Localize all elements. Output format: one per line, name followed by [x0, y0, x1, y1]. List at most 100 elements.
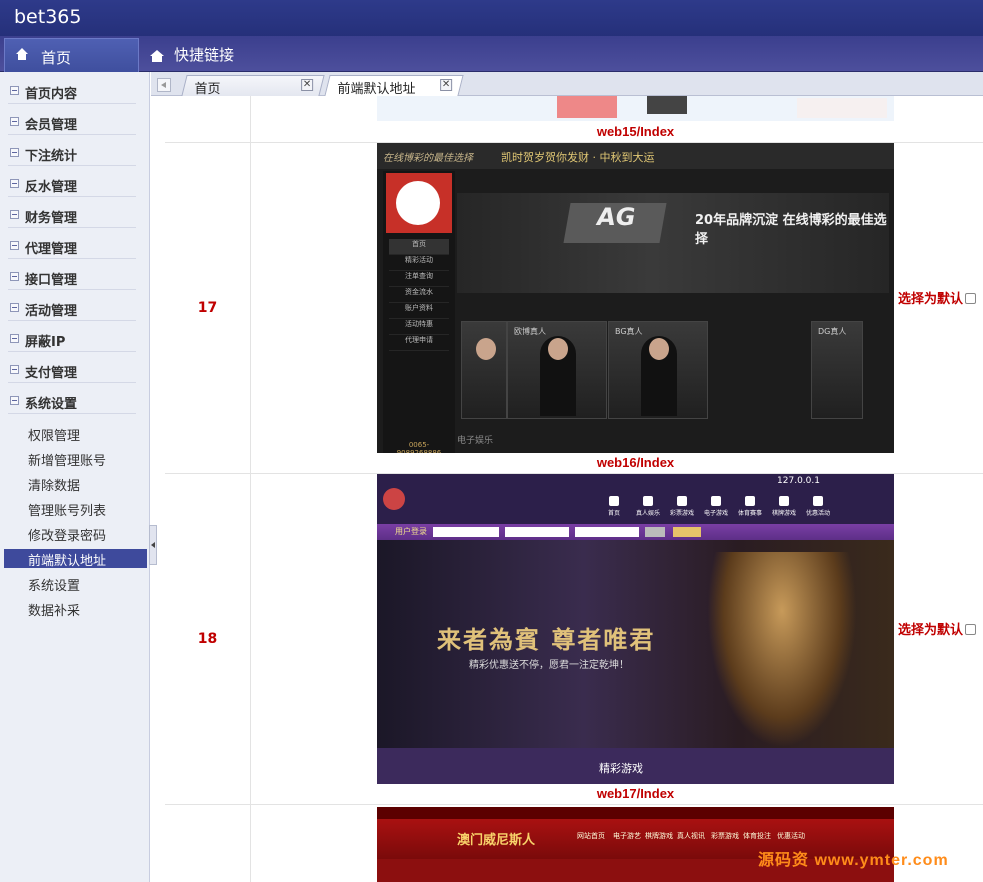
preview-face: [548, 338, 568, 360]
preview-card: BG真人: [608, 321, 708, 419]
column-divider: [250, 96, 251, 142]
submenu-system-settings[interactable]: 系统设置: [4, 574, 147, 594]
sidebar-item-bet-stats[interactable]: 下注统计: [8, 142, 136, 166]
preview-nav-label: 体育赛事: [737, 510, 762, 517]
preview-nav-label: 首页: [607, 510, 620, 517]
preview-face: [476, 338, 496, 360]
close-icon[interactable]: ✕: [301, 79, 314, 91]
preview-nav: 电子游艺: [613, 832, 641, 840]
preview-nav: 代理申请: [389, 335, 449, 351]
table-row: 澳门威尼斯人 网站首页 电子游艺 棋牌游戏 真人视讯 彩票游戏 体育投注 优惠活…: [165, 805, 983, 882]
sidebar-item-home-content[interactable]: 首页内容: [8, 80, 136, 104]
submenu-clear-data[interactable]: 清除数据: [4, 474, 147, 494]
column-divider: [250, 143, 251, 473]
preview-logo: 澳门威尼斯人: [457, 833, 536, 848]
preview-banner: AG 20年品牌沉淀 在线博彩的最佳选择: [457, 193, 889, 293]
preview-nav: 账户资料: [389, 303, 449, 319]
table-row: web15/Index: [165, 96, 983, 143]
collapse-icon: [10, 303, 19, 312]
preview-ip: 127.0.0.1: [777, 476, 820, 486]
home-tab[interactable]: 首页: [4, 38, 139, 72]
preview-nav: 首页: [599, 496, 629, 520]
preview-hero: 来者為賓 尊者唯君 精彩优惠送不停，愿君一注定乾坤！: [377, 540, 894, 748]
preview-text: 电子娱乐: [457, 436, 494, 446]
template-path: web16/Index: [596, 455, 675, 470]
preview-nav: 棋牌游戏: [645, 832, 673, 840]
set-default-checkbox[interactable]: [965, 624, 977, 635]
tab-scroll-left-icon[interactable]: [157, 78, 171, 92]
preview-nav: 彩票游戏: [711, 832, 739, 840]
collapse-icon: [10, 117, 19, 126]
sidebar-item-members[interactable]: 会员管理: [8, 111, 136, 135]
preview-header: 在线博彩的最佳选择 凯时贺岁贺你发财 · 中秋到大运: [377, 143, 894, 169]
preview-nav: 体育赛事: [735, 496, 765, 520]
submenu-change-password[interactable]: 修改登录密码: [4, 524, 147, 544]
sidebar-item-system[interactable]: 系统设置: [8, 390, 136, 414]
sidebar-item-activities[interactable]: 活动管理: [8, 297, 136, 321]
collapse-icon: [10, 241, 19, 250]
preview-button: [673, 527, 701, 537]
preview-slogan: 20年品牌沉淀 在线博彩的最佳选择: [695, 213, 887, 247]
preview-nav: 活动特惠: [389, 319, 449, 335]
preview-card-label: 欧博真人: [514, 327, 546, 336]
logo-mark: [396, 181, 440, 225]
sidebar-item-agents[interactable]: 代理管理: [8, 235, 136, 259]
preview-face: [649, 338, 669, 360]
preview-phone: 0065-9089268886: [389, 441, 449, 453]
preview-nav-label: 棋牌游戏: [771, 510, 796, 517]
preview-sidebar: 首页 精彩活动 注单查询 资金流水 账户资料 活动特惠 代理申请 0065-90…: [383, 171, 455, 453]
preview-nav: 彩票游戏: [667, 496, 697, 520]
preview-card: DG真人: [811, 321, 863, 419]
preview-nav: 网站首页: [577, 832, 605, 840]
submenu-data-recollect[interactable]: 数据补采: [4, 599, 147, 619]
sidebar-item-payment[interactable]: 支付管理: [8, 359, 136, 383]
preview-nav: 首页: [389, 239, 449, 255]
preview-footer: 精彩游戏: [377, 748, 894, 784]
row-id: 18: [197, 631, 218, 647]
collapse-icon: [10, 334, 19, 343]
set-default-option[interactable]: 选择为默认: [898, 619, 977, 638]
tab-home[interactable]: 首页 ✕: [181, 75, 325, 97]
preview-input: [575, 527, 639, 537]
sidebar-item-api[interactable]: 接口管理: [8, 266, 136, 290]
set-default-checkbox[interactable]: [965, 293, 977, 304]
preview-logo: [386, 173, 452, 233]
set-default-option[interactable]: 选择为默认: [898, 288, 977, 307]
preview-logo: [383, 488, 405, 510]
preview-input: [433, 527, 499, 537]
preview-text: 在线博彩的最佳选择: [383, 153, 473, 164]
submenu-new-admin[interactable]: 新增管理账号: [4, 449, 147, 469]
set-default-label: 选择为默认: [898, 292, 964, 307]
collapse-icon: [10, 396, 19, 405]
sidebar-item-block-ip[interactable]: 屏蔽IP: [8, 328, 136, 352]
collapse-icon: [10, 179, 19, 188]
content-table: web15/Index 17 在线博彩的最佳选择 凯时贺岁贺你发财 · 中秋到大…: [165, 96, 983, 882]
sidebar-item-finance[interactable]: 财务管理: [8, 204, 136, 228]
collapse-icon: [10, 86, 19, 95]
preview-nav-label: 彩票游戏: [669, 510, 694, 517]
preview-input: [505, 527, 569, 537]
quick-links[interactable]: 快捷链接: [150, 44, 234, 65]
preview-button: [645, 527, 665, 537]
sidebar-item-rebate[interactable]: 反水管理: [8, 173, 136, 197]
template-preview-image: 在线博彩的最佳选择 凯时贺岁贺你发财 · 中秋到大运 首页 精彩活动 注单查询 …: [377, 143, 894, 453]
sidebar-collapse-handle[interactable]: [149, 525, 157, 565]
preview-figure: [707, 552, 857, 748]
table-row: 17 在线博彩的最佳选择 凯时贺岁贺你发财 · 中秋到大运 首页 精彩活动 注单…: [165, 143, 983, 474]
tab-frontend-default[interactable]: 前端默认地址 ✕: [324, 75, 464, 97]
submenu-permissions[interactable]: 权限管理: [4, 424, 147, 444]
collapse-icon: [10, 210, 19, 219]
preview-nav: 体育投注: [743, 832, 771, 840]
sidebar: 首页内容 会员管理 下注统计 反水管理 财务管理 代理管理 接口管理 活动管理 …: [0, 72, 150, 882]
set-default-label: 选择为默认: [898, 623, 964, 638]
preview-nav: 注单查询: [389, 271, 449, 287]
close-icon[interactable]: ✕: [440, 79, 453, 91]
preview-figure: [557, 96, 617, 118]
preview-login-label: 用户登录: [395, 527, 427, 536]
preview-nav: 优惠活动: [803, 496, 833, 520]
preview-card: 欧博真人: [507, 321, 607, 419]
home-icon: [150, 49, 164, 62]
preview-nav-label: 电子游戏: [703, 510, 728, 517]
submenu-frontend-default[interactable]: 前端默认地址: [4, 549, 147, 569]
submenu-admin-list[interactable]: 管理账号列表: [4, 499, 147, 519]
